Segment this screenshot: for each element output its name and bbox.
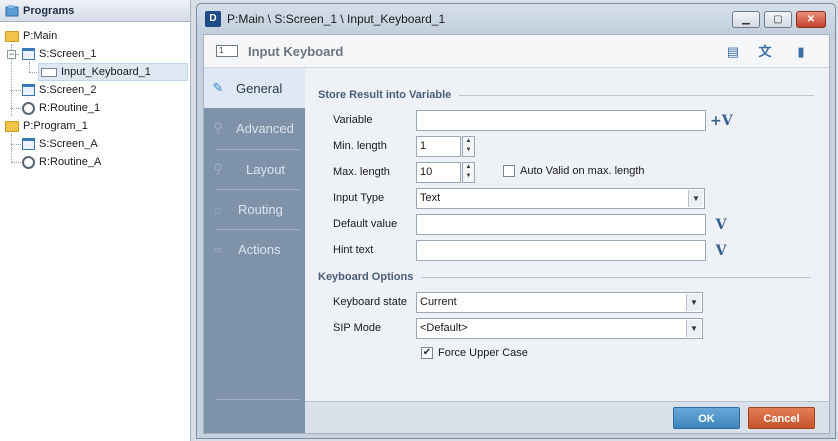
max-length-stepper[interactable]: ▲ ▼ — [462, 162, 475, 183]
tree-item-label: P:Main — [23, 30, 58, 42]
close-button[interactable]: ✕ — [796, 11, 826, 28]
tree-item-program-1[interactable]: P:Program_1 — [5, 117, 88, 135]
clipboard-icon[interactable]: ▮ — [792, 43, 810, 61]
sip-mode-select[interactable]: <Default> ▼ — [416, 318, 703, 339]
force-upper-case-label: Force Upper Case — [438, 347, 528, 359]
max-length-field[interactable]: 10 — [416, 162, 461, 183]
tree-item-routine-1[interactable]: R:Routine_1 — [22, 99, 100, 117]
nav-item-advanced[interactable]: ⚲ Advanced — [204, 108, 305, 148]
programs-panel-title: Programs — [23, 4, 75, 17]
keyboard-state-label: Keyboard state — [333, 296, 407, 308]
auto-valid-label: Auto Valid on max. length — [520, 165, 645, 177]
cancel-button[interactable]: Cancel — [748, 407, 815, 429]
gear-icon — [22, 155, 35, 169]
chevron-down-icon: ▼ — [686, 320, 701, 337]
nav-item-routing[interactable]: ☼ Routing — [204, 189, 305, 229]
sip-mode-label: SIP Mode — [333, 322, 382, 334]
keyboard-state-value: Current — [420, 296, 457, 308]
input-keyboard-dialog: D P:Main \ S:Screen_1 \ Input_Keyboard_1… — [196, 3, 836, 439]
tree-item-label: S:Screen_2 — [39, 84, 97, 96]
section-title: Store Result into Variable — [318, 89, 452, 101]
screen-icon — [22, 84, 35, 96]
default-value-variable-button[interactable]: V — [710, 215, 732, 235]
nav-item-actions[interactable]: ∞ Actions — [204, 229, 305, 269]
programs-panel-header: Programs — [0, 0, 190, 22]
gear-icon — [22, 101, 35, 115]
programs-icon — [5, 4, 19, 17]
app-logo-icon: D — [205, 11, 221, 27]
property-nav: ✎ General ⚲ Advanced ⚲ Layout ☼ Routing … — [204, 68, 305, 433]
variable-field[interactable] — [416, 110, 706, 131]
nav-item-general[interactable]: ✎ General — [204, 68, 305, 108]
print-icon[interactable]: ▤ — [724, 43, 742, 61]
tree-item-routine-a[interactable]: R:Routine_A — [22, 153, 101, 171]
ok-button[interactable]: OK — [673, 407, 740, 429]
tree-item-label: R:Routine_A — [39, 156, 102, 168]
keyboard-state-select[interactable]: Current ▼ — [416, 292, 703, 313]
translate-icon[interactable]: 文 — [756, 43, 774, 61]
input-type-select[interactable]: Text ▼ — [416, 188, 705, 209]
screen-icon — [22, 138, 35, 150]
nav-label: General — [236, 80, 283, 96]
header-title: Input Keyboard — [248, 43, 344, 59]
sip-mode-value: <Default> — [420, 322, 468, 334]
dialog-footer: OK Cancel — [305, 401, 829, 433]
general-properties-panel: Store Result into Variable Variable +V M… — [305, 68, 829, 401]
collapse-toggle[interactable]: − — [7, 50, 16, 59]
tree-item-screen-a[interactable]: S:Screen_A — [22, 135, 98, 153]
force-upper-case-checkbox[interactable]: ✔ — [421, 347, 433, 359]
auto-valid-checkbox[interactable] — [503, 165, 515, 177]
dialog-body: 1 Input Keyboard ▤ 文 ▮ ✎ General ⚲ Advan… — [203, 34, 830, 434]
default-value-field[interactable] — [416, 214, 706, 235]
nav-label: Routing — [238, 201, 283, 217]
default-value-label: Default value — [333, 218, 398, 230]
routing-icon: ☼ — [212, 201, 224, 217]
actions-icon: ∞ — [213, 241, 223, 257]
nav-label: Advanced — [236, 120, 294, 136]
dialog-title: P:Main \ S:Screen_1 \ Input_Keyboard_1 — [227, 12, 446, 26]
chevron-down-icon: ▼ — [686, 294, 701, 311]
tree-item-label: R:Routine_1 — [39, 102, 101, 114]
dialog-header-bar: 1 Input Keyboard ▤ 文 ▮ — [204, 35, 829, 68]
variable-label: Variable — [333, 114, 373, 126]
min-length-stepper[interactable]: ▲ ▼ — [462, 136, 475, 157]
tree-item-label: S:Screen_A — [39, 138, 98, 150]
advanced-icon: ⚲ — [213, 120, 223, 135]
folder-icon — [5, 30, 19, 42]
hint-text-field[interactable] — [416, 240, 706, 261]
min-length-field[interactable]: 1 — [416, 136, 461, 157]
maximize-button[interactable]: ▢ — [764, 11, 792, 28]
keyboard-options-section: Keyboard Options — [318, 271, 818, 283]
hint-text-label: Hint text — [333, 244, 374, 256]
section-title: Keyboard Options — [318, 271, 414, 283]
input-type-value: Text — [420, 192, 441, 204]
min-length-label: Min. length — [333, 140, 387, 152]
chevron-down-icon: ▼ — [688, 190, 703, 207]
tree-item-label: P:Program_1 — [23, 120, 88, 132]
minimize-button[interactable]: ▁ — [732, 11, 760, 28]
input-type-label: Input Type — [333, 192, 385, 204]
screen-icon — [22, 48, 35, 60]
tree-item-label: Input_Keyboard_1 — [61, 66, 151, 78]
tree-item-p-main[interactable]: P:Main — [5, 27, 57, 45]
input-keyboard-icon: 1 — [216, 45, 238, 57]
tree-item-screen-1[interactable]: S:Screen_1 — [22, 45, 96, 63]
tree-item-input-keyboard-1[interactable]: Input_Keyboard_1 — [38, 63, 188, 81]
nav-item-layout[interactable]: ⚲ Layout — [204, 149, 305, 189]
nav-label: Actions — [238, 241, 281, 257]
hint-text-variable-button[interactable]: V — [710, 241, 732, 261]
keyboard-icon — [41, 67, 57, 77]
dialog-titlebar[interactable]: D P:Main \ S:Screen_1 \ Input_Keyboard_1… — [197, 4, 835, 34]
add-variable-button[interactable]: +V — [710, 111, 733, 131]
programs-tree-panel: Programs − P:Main S:Screen_1 Input_Keybo… — [0, 0, 191, 441]
general-icon: ✎ — [212, 80, 224, 95]
max-length-label: Max. length — [333, 166, 390, 178]
tree-item-screen-2[interactable]: S:Screen_2 — [22, 81, 96, 99]
folder-icon — [5, 120, 19, 132]
layout-icon: ⚲ — [213, 161, 223, 176]
store-result-section: Store Result into Variable — [318, 89, 818, 101]
tree-item-label: S:Screen_1 — [39, 48, 97, 60]
nav-label: Layout — [246, 161, 286, 177]
